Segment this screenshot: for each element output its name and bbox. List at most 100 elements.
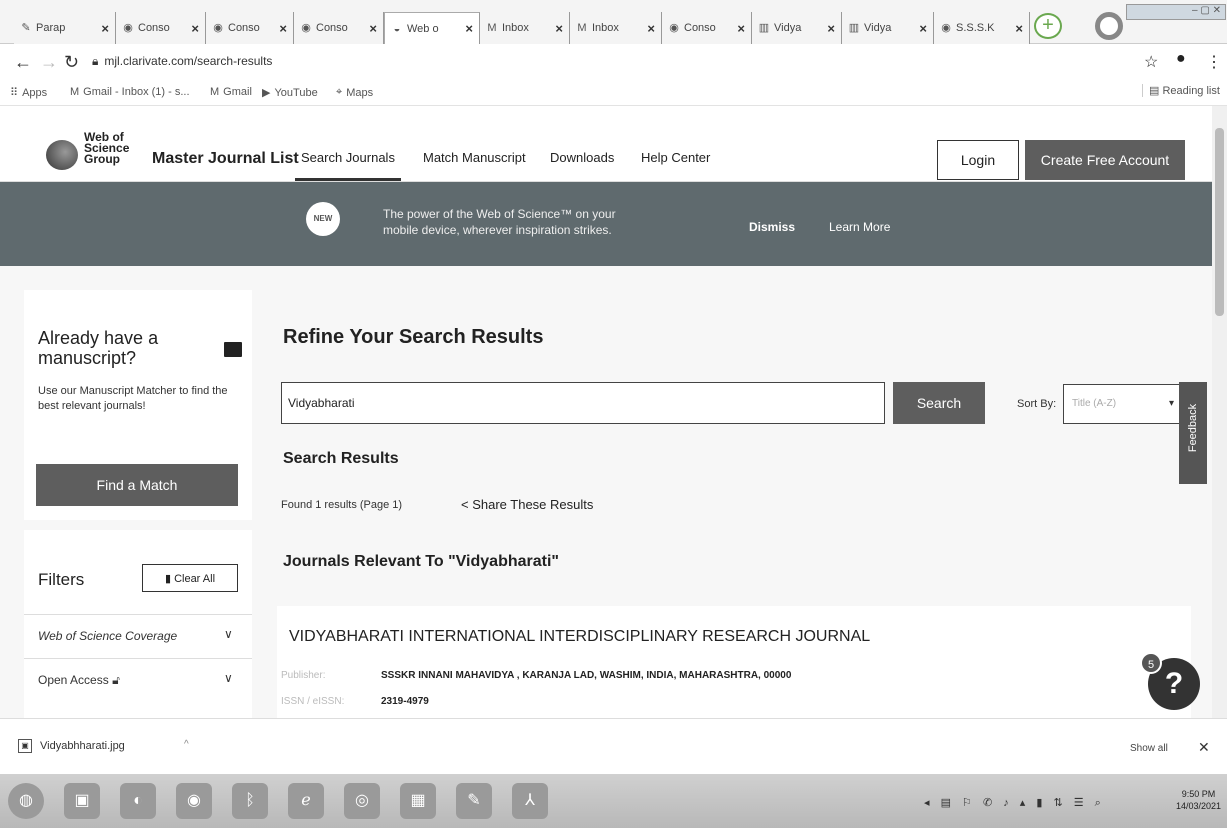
filters-panel: Filters ▮ Clear All Web of Science Cover…: [24, 530, 252, 720]
bookmark-gmail-inbox[interactable]: M Gmail - Inbox (1) - s...: [70, 86, 190, 98]
os-taskbar: ◍ ▣ ◐ ◉ ᛒ ℯ ◎ ▦ ✎ ⅄ ◂ ▤ ⚐ ✆ ♪ ▴ ▮ ⇅ ☰ ⌕ …: [0, 774, 1227, 828]
forward-arrow-icon[interactable]: →: [40, 52, 58, 73]
publisher-value: SSSKR INNANI MAHAVIDYA , KARANJA LAD, WA…: [381, 670, 792, 681]
chrome-icon[interactable]: ◉: [176, 783, 212, 819]
clear-all-button[interactable]: ▮ Clear All: [142, 564, 238, 592]
caret-up-icon[interactable]: ^: [184, 739, 189, 750]
menu-kebab-icon[interactable]: ⋮: [1206, 52, 1222, 72]
browser-tab[interactable]: M Inbox ×: [570, 12, 662, 44]
search-button[interactable]: Search: [893, 382, 985, 424]
bookmark-maps[interactable]: ⌖ Maps: [336, 86, 373, 99]
close-tab-icon[interactable]: ×: [369, 21, 377, 36]
folder-icon: [224, 342, 242, 357]
page-scrollbar[interactable]: [1212, 106, 1227, 718]
browser-tab[interactable]: ✎ Parap ×: [14, 12, 116, 44]
close-tab-icon[interactable]: ×: [555, 21, 563, 36]
browser-tab[interactable]: ◉ Conso ×: [206, 12, 294, 44]
web-of-science-logo-icon[interactable]: [46, 140, 78, 170]
new-tab-button[interactable]: +: [1034, 13, 1062, 39]
browser-tab[interactable]: M Inbox ×: [480, 12, 570, 44]
chrome-icon: ◉: [941, 22, 951, 34]
back-arrow-icon[interactable]: ←: [14, 52, 32, 73]
close-tab-icon[interactable]: ×: [101, 21, 109, 36]
reading-list[interactable]: ▤ Reading list: [1142, 84, 1220, 97]
promo-banner: NEW The power of the Web of Science™ on …: [0, 182, 1212, 266]
lock-icon: 🔒︎: [92, 54, 99, 68]
browser-tab[interactable]: ◉ Conso ×: [294, 12, 384, 44]
address-bar[interactable]: 🔒︎ mjl.clarivate.com/search-results: [92, 54, 272, 69]
dismiss-link[interactable]: Dismiss: [749, 220, 795, 234]
find-match-button[interactable]: Find a Match: [36, 464, 238, 506]
page-content: Already have a manuscript? Use our Manus…: [0, 266, 1212, 720]
profile-icon[interactable]: [1095, 12, 1123, 40]
reload-icon[interactable]: ↻: [64, 52, 79, 73]
filters-title: Filters: [38, 570, 85, 589]
close-tab-icon[interactable]: ×: [279, 21, 287, 36]
browser-tab[interactable]: ▥ Vidya ×: [752, 12, 842, 44]
bookmark-gmail[interactable]: M Gmail: [210, 86, 252, 98]
browser-tab[interactable]: ◉ Conso ×: [116, 12, 206, 44]
share-results-link[interactable]: < Share These Results: [461, 497, 593, 512]
pen-tool-icon[interactable]: ✎: [456, 783, 492, 819]
journal-result-card: VIDYABHARATI INTERNATIONAL INTERDISCIPLI…: [277, 606, 1191, 718]
system-clock[interactable]: 9:50 PM 14/03/2021: [1176, 788, 1221, 812]
search-input[interactable]: [281, 382, 885, 424]
close-tab-icon[interactable]: ×: [647, 21, 655, 36]
browser-tab[interactable]: ◉ S.S.S.K ×: [934, 12, 1030, 44]
sort-select[interactable]: Title (A-Z) ▾: [1063, 384, 1183, 424]
show-all-button[interactable]: Show all: [1130, 743, 1168, 754]
close-tab-icon[interactable]: ×: [1015, 21, 1023, 36]
browser-toolbar: ← → ↻ 🔒︎ mjl.clarivate.com/search-results…: [0, 44, 1227, 80]
learn-more-link[interactable]: Learn More: [829, 220, 890, 234]
gmail-icon: M: [487, 22, 497, 34]
site-title[interactable]: Master Journal List: [152, 150, 299, 168]
close-tab-icon[interactable]: ×: [919, 21, 927, 36]
browser-tab[interactable]: ▥ Vidya ×: [842, 12, 934, 44]
camera-icon[interactable]: ◎: [344, 783, 380, 819]
page-icon: ▥: [848, 22, 860, 34]
issn-value: 2319-4979: [381, 696, 429, 707]
journal-title[interactable]: VIDYABHARATI INTERNATIONAL INTERDISCIPLI…: [289, 628, 870, 646]
system-tray-icons[interactable]: ◂ ▤ ⚐ ✆ ♪ ▴ ▮ ⇅ ☰ ⌕: [924, 796, 1105, 810]
nav-match-manuscript[interactable]: Match Manuscript: [423, 150, 526, 165]
close-tab-icon[interactable]: ×: [827, 21, 835, 36]
pdf-reader-icon[interactable]: ⅄: [512, 783, 548, 819]
extension-icon[interactable]: ●: [1176, 50, 1186, 68]
bookmark-apps[interactable]: ⠿ Apps: [10, 86, 47, 100]
download-bar: ▣ Vidyabhharati.jpg ^ Show all ✕: [0, 718, 1227, 774]
feedback-tab[interactable]: Feedback: [1179, 382, 1207, 484]
close-icon[interactable]: ✕: [1198, 739, 1210, 756]
nav-search-journals[interactable]: Search Journals: [295, 150, 401, 181]
paraphrase-icon: ✎: [21, 22, 31, 34]
page-icon: ▥: [758, 22, 770, 34]
login-button[interactable]: Login: [937, 140, 1019, 180]
window-controls[interactable]: – ▢ ✕: [1126, 4, 1226, 20]
bookmark-youtube[interactable]: ▶ YouTube: [262, 86, 318, 100]
logo-text: Web of Science Group: [84, 130, 130, 166]
filter-wos-coverage[interactable]: Web of Science Coverage ∨: [24, 614, 252, 658]
close-tab-icon[interactable]: ×: [737, 21, 745, 36]
browser-tab-active[interactable]: ◒ Web o ×: [384, 12, 480, 44]
open-access-lock-icon: 🔓︎: [112, 673, 120, 687]
apps-grid-icon: ⠿: [10, 87, 19, 99]
file-manager-icon[interactable]: ▣: [64, 783, 100, 819]
nav-help-center[interactable]: Help Center: [641, 150, 710, 165]
photos-icon[interactable]: ▦: [400, 783, 436, 819]
close-tab-icon[interactable]: ×: [465, 21, 473, 36]
downloaded-file[interactable]: ▣ Vidyabhharati.jpg: [18, 739, 125, 753]
web-of-science-icon: ◒: [393, 22, 401, 35]
browser-tab[interactable]: ◉ Conso ×: [662, 12, 752, 44]
nav-downloads[interactable]: Downloads: [550, 150, 614, 165]
start-icon[interactable]: ◍: [8, 783, 44, 819]
create-account-button[interactable]: Create Free Account: [1025, 140, 1185, 180]
media-player-icon[interactable]: ◐: [120, 783, 156, 819]
scrollbar-thumb[interactable]: [1215, 128, 1224, 316]
internet-explorer-icon[interactable]: ℯ: [288, 783, 324, 819]
filter-open-access[interactable]: Open Access 🔓︎ ∨: [24, 658, 252, 702]
bookmark-star-icon[interactable]: ☆: [1144, 52, 1158, 72]
mobile-app-icon: NEW: [306, 202, 340, 236]
close-tab-icon[interactable]: ×: [191, 21, 199, 36]
chrome-icon: ◉: [213, 22, 223, 34]
manuscript-description: Use our Manuscript Matcher to find the b…: [38, 385, 228, 412]
bluetooth-icon[interactable]: ᛒ: [232, 783, 268, 819]
